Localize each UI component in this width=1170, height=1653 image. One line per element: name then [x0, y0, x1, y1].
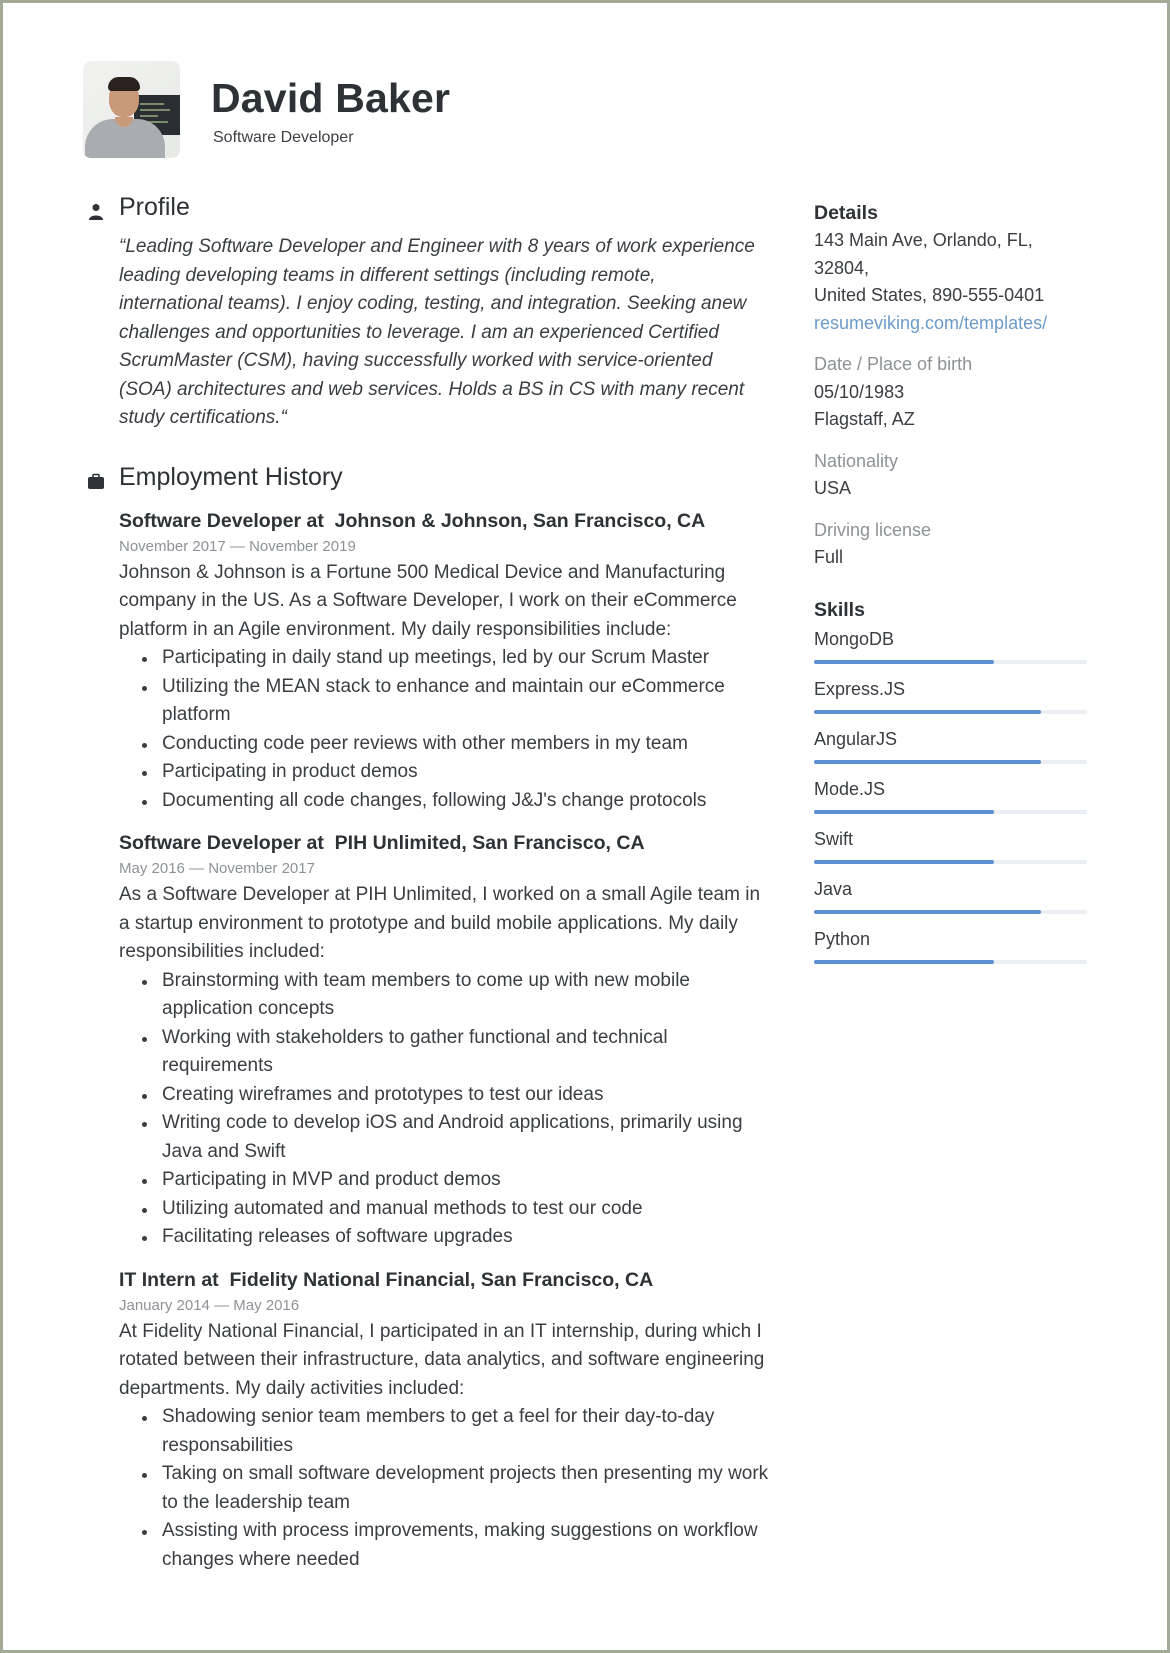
- job-dates: January 2014 — May 2016: [119, 1296, 300, 1314]
- candidate-title: Software Developer: [213, 129, 354, 146]
- job-title: Software Developer at Johnson & Johnson,…: [119, 509, 706, 532]
- skill-level-bar: [814, 659, 1087, 664]
- job-description: Johnson & Johnson is a Fortune 500 Medic…: [119, 561, 737, 640]
- nationality-value: USA: [814, 478, 852, 498]
- profile-photo: [83, 61, 180, 158]
- sidebar-column: Details 143 Main Ave, Orlando, FL, 32804…: [814, 199, 1089, 974]
- skill-level-fill: [814, 659, 995, 664]
- skill-item: Python: [814, 926, 1089, 974]
- skill-item: MongoDB: [814, 626, 1089, 674]
- address-line-1: 143 Main Ave, Orlando, FL, 32804,: [814, 230, 1033, 278]
- skill-name: AngularJS: [814, 728, 898, 749]
- skill-name: MongoDB: [814, 628, 895, 649]
- skill-item: Express.JS: [814, 676, 1089, 724]
- skill-level-bar: [814, 959, 1087, 964]
- skills-heading: Skills: [814, 598, 865, 621]
- skill-item: AngularJS: [814, 726, 1089, 774]
- job-title: IT Intern at Fidelity National Financial…: [119, 1268, 654, 1291]
- resume-page: David Baker Software Developer Profile “…: [0, 0, 1170, 1653]
- nationality-label: Nationality: [814, 450, 899, 471]
- job-dates: November 2017 — November 2019: [119, 537, 356, 555]
- job-bullets: Shadowing senior team members to get a f…: [119, 1403, 769, 1574]
- job-bullet: Assisting with process improvements, mak…: [142, 1517, 769, 1574]
- skill-item: Java: [814, 876, 1089, 924]
- license-label: Driving license: [814, 519, 932, 540]
- employment-heading: Employment History: [119, 462, 343, 491]
- job-entry: IT Intern at Fidelity National Financial…: [119, 1266, 769, 1575]
- person-hair-graphic: [108, 77, 140, 91]
- skill-name: Java: [814, 878, 853, 899]
- job-bullet: Shadowing senior team members to get a f…: [142, 1403, 769, 1460]
- skill-name: Express.JS: [814, 678, 906, 699]
- website-link[interactable]: resumeviking.com/templates/: [814, 310, 1089, 338]
- job-description: As a Software Developer at PIH Unlimited…: [119, 884, 761, 962]
- job-bullet: Documenting all code changes, following …: [142, 787, 769, 816]
- job-entry: Software Developer at PIH Unlimited, San…: [119, 829, 769, 1252]
- job-description: At Fidelity National Financial, I partic…: [119, 1320, 765, 1399]
- birth-place: Flagstaff, AZ: [814, 409, 915, 429]
- profile-section-header: Profile: [87, 193, 767, 233]
- job-bullet: Participating in MVP and product demos: [142, 1166, 769, 1195]
- skill-item: Swift: [814, 826, 1089, 874]
- briefcase-icon: [88, 473, 104, 489]
- birth-label: Date / Place of birth: [814, 354, 973, 374]
- job-bullet: Conducting code peer reviews with other …: [142, 730, 769, 759]
- skill-level-fill: [814, 709, 1041, 714]
- job-bullet: Writing code to develop iOS and Android …: [142, 1109, 769, 1166]
- skill-level-bar: [814, 809, 1087, 814]
- skill-level-fill: [814, 859, 995, 864]
- skill-level-bar: [814, 859, 1087, 864]
- skill-level-fill: [814, 809, 995, 814]
- main-column: Profile “Leading Software Developer and …: [87, 193, 769, 1575]
- job-bullet: Brainstorming with team members to come …: [142, 967, 769, 1024]
- job-bullets: Participating in daily stand up meetings…: [119, 644, 769, 815]
- job-bullet: Taking on small software development pro…: [142, 1460, 769, 1517]
- candidate-name: David Baker: [211, 75, 451, 121]
- skill-level-bar: [814, 759, 1087, 764]
- job-bullet: Facilitating releases of software upgrad…: [142, 1223, 769, 1252]
- skill-level-bar: [814, 909, 1087, 914]
- job-bullet: Utilizing the MEAN stack to enhance and …: [142, 673, 769, 730]
- skill-level-bar: [814, 709, 1087, 714]
- job-title: Software Developer at PIH Unlimited, San…: [119, 832, 645, 854]
- profile-heading: Profile: [119, 193, 190, 221]
- profile-summary: “Leading Software Developer and Engineer…: [119, 236, 755, 428]
- skill-item: Mode.JS: [814, 776, 1089, 824]
- job-bullet: Working with stakeholders to gather func…: [142, 1024, 769, 1081]
- skill-name: Swift: [814, 828, 854, 849]
- job-bullet: Participating in product demos: [142, 758, 769, 787]
- job-bullet: Participating in daily stand up meetings…: [142, 644, 769, 673]
- job-bullet: Utilizing automated and manual methods t…: [142, 1195, 769, 1224]
- job-dates: May 2016 — November 2017: [119, 860, 315, 877]
- person-icon: [89, 204, 103, 220]
- birth-date: 05/10/1983: [814, 381, 905, 402]
- skill-level-fill: [814, 759, 1041, 764]
- details-heading: Details: [814, 202, 878, 224]
- skill-name: Mode.JS: [814, 778, 886, 799]
- skill-name: Python: [814, 928, 871, 949]
- skill-level-fill: [814, 959, 995, 964]
- job-entry: Software Developer at Johnson & Johnson,…: [119, 507, 769, 816]
- job-bullet: Creating wireframes and prototypes to te…: [142, 1081, 769, 1110]
- job-bullets: Brainstorming with team members to come …: [119, 967, 769, 1252]
- address-line-2: United States, 890-555-0401: [814, 285, 1045, 305]
- employment-section-header: Employment History: [87, 463, 767, 503]
- skill-level-fill: [814, 909, 1041, 914]
- job-list: Software Developer at Johnson & Johnson,…: [87, 507, 769, 1575]
- skill-list: MongoDB Express.JS AngularJS Mode.JS Swift Ja…: [814, 626, 1089, 974]
- license-value: Full: [814, 547, 844, 567]
